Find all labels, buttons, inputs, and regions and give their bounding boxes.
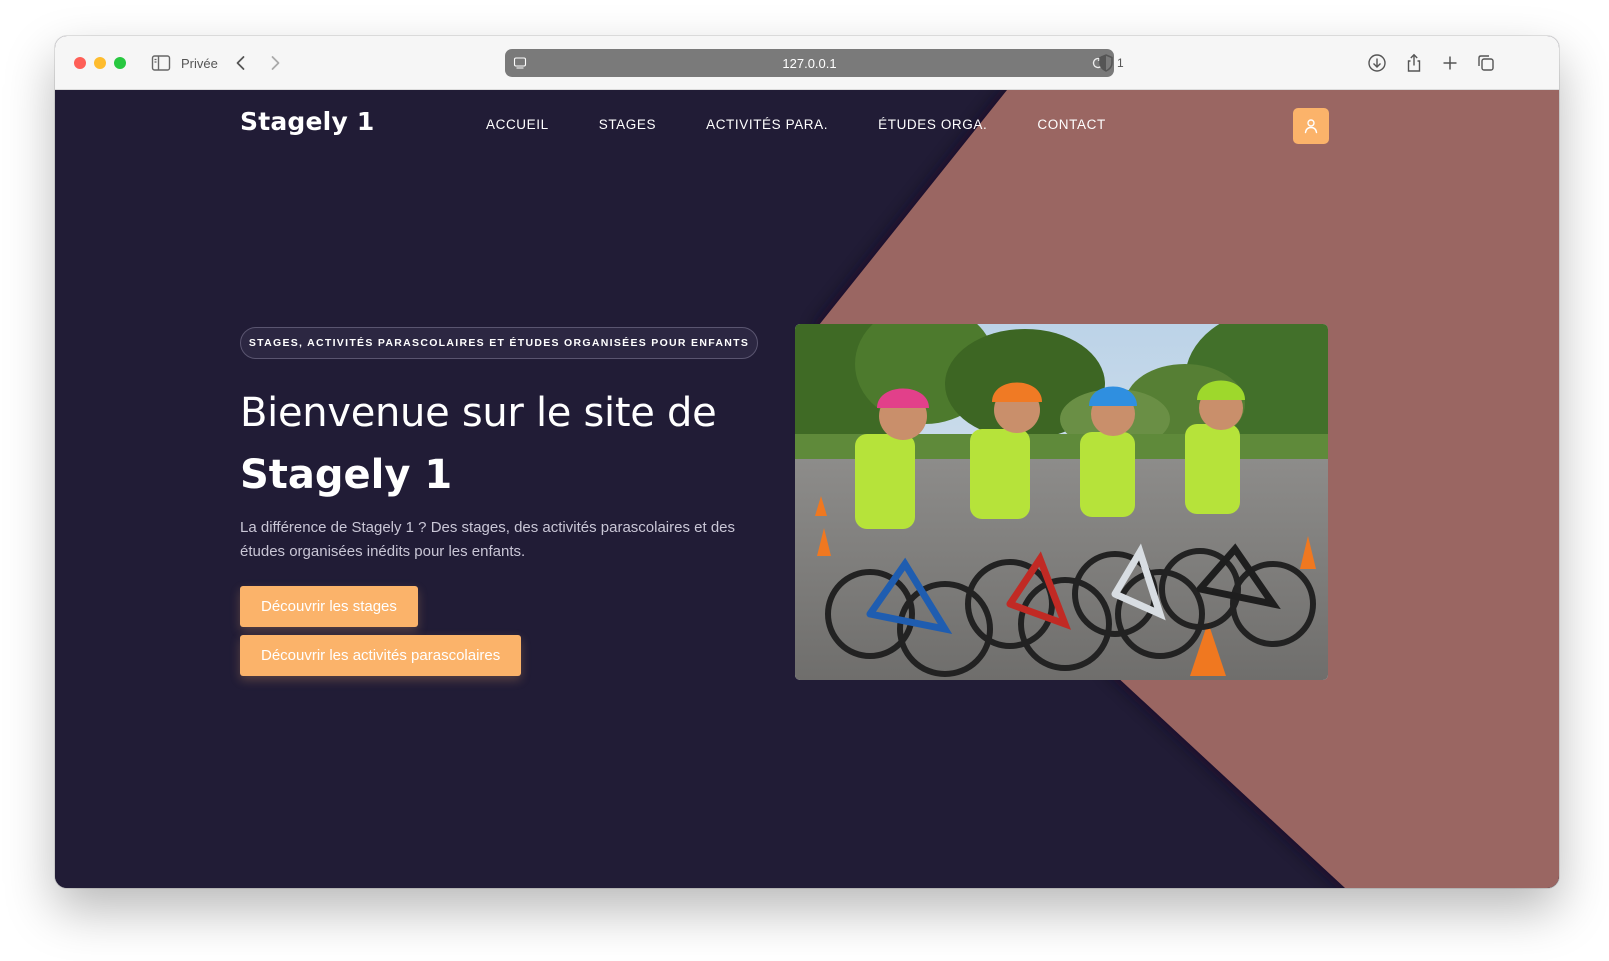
share-icon[interactable] — [1403, 52, 1425, 74]
browser-toolbar: Privée 127.0.0.1 1 — [55, 36, 1559, 90]
discover-activities-button[interactable]: Découvrir les activités parascolaires — [240, 635, 522, 676]
download-icon[interactable] — [1366, 52, 1388, 74]
privacy-shield-icon[interactable] — [1097, 53, 1115, 73]
minimize-window-button[interactable] — [94, 57, 106, 69]
hero-tagline-badge: STAGES, ACTIVITÉS PARASCOLAIRES ET ÉTUDE… — [240, 327, 758, 359]
hero-title-line1: Bienvenue sur le site de — [240, 390, 717, 436]
main-nav: ACCUEIL STAGES ACTIVITÉS PARA. ÉTUDES OR… — [486, 117, 1106, 132]
sidebar-toggle-icon[interactable] — [151, 53, 171, 73]
tab-overview-icon[interactable] — [1475, 52, 1497, 74]
url-text: 127.0.0.1 — [782, 56, 837, 71]
nav-item-accueil[interactable]: ACCUEIL — [486, 117, 549, 132]
nav-item-contact[interactable]: CONTACT — [1037, 117, 1105, 132]
close-window-button[interactable] — [74, 57, 86, 69]
address-bar[interactable]: 127.0.0.1 — [505, 49, 1114, 77]
hero-title-brand: Stagely 1 — [240, 452, 453, 498]
nav-item-stages[interactable]: STAGES — [599, 117, 656, 132]
nav-item-activites[interactable]: ACTIVITÉS PARA. — [706, 117, 828, 132]
user-icon — [1304, 119, 1318, 134]
hero-description: La différence de Stagely 1 ? Des stages,… — [240, 519, 736, 560]
browser-window: Privée 127.0.0.1 1 Stagely 1 ACCUEIL STA… — [55, 36, 1559, 888]
back-arrow-icon[interactable] — [231, 53, 251, 73]
new-tab-icon[interactable] — [1439, 52, 1461, 74]
private-mode-label: Privée — [181, 56, 218, 71]
privacy-shield-count: 1 — [1117, 56, 1124, 70]
discover-stages-button[interactable]: Découvrir les stages — [240, 586, 418, 627]
hero-image-kids-bikes — [795, 324, 1328, 680]
user-account-button[interactable] — [1293, 108, 1329, 144]
forward-arrow-icon[interactable] — [265, 53, 285, 73]
nav-item-etudes[interactable]: ÉTUDES ORGA. — [878, 117, 987, 132]
web-page: Stagely 1 ACCUEIL STAGES ACTIVITÉS PARA.… — [55, 90, 1559, 888]
window-controls — [74, 57, 126, 69]
maximize-window-button[interactable] — [114, 57, 126, 69]
brand-logo[interactable]: Stagely 1 — [240, 107, 374, 136]
